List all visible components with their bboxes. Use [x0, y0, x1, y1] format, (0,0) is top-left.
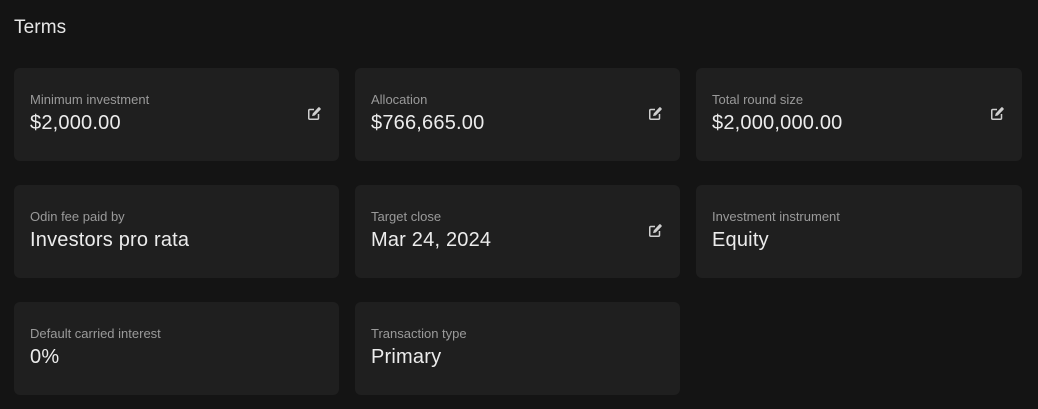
term-label: Total round size [712, 92, 804, 107]
term-card-minimum-investment: Minimum investment $2,000.00 [14, 68, 339, 161]
term-value: Equity [712, 229, 769, 251]
term-card-odin-fee-paid-by: Odin fee paid by Investors pro rata [14, 185, 339, 278]
term-label: Odin fee paid by [30, 209, 125, 224]
term-label: Default carried interest [30, 326, 161, 341]
terms-grid: Minimum investment $2,000.00 Allocation … [14, 68, 1022, 395]
section-title: Terms [14, 17, 67, 38]
term-value: Investors pro rata [30, 229, 190, 251]
term-card-default-carried-interest: Default carried interest 0% [14, 302, 339, 395]
term-card-allocation: Allocation $766,665.00 [355, 68, 680, 161]
edit-icon [308, 107, 321, 120]
term-label: Transaction type [371, 326, 467, 341]
term-label: Investment instrument [712, 209, 840, 224]
term-value: Primary [371, 346, 442, 368]
term-value: Mar 24, 2024 [371, 229, 492, 251]
term-label: Minimum investment [30, 92, 150, 107]
edit-allocation-button[interactable] [645, 104, 665, 124]
edit-total-round-size-button[interactable] [987, 104, 1007, 124]
edit-icon [649, 107, 662, 120]
edit-target-close-button[interactable] [645, 221, 665, 241]
edit-minimum-investment-button[interactable] [304, 104, 324, 124]
term-label: Target close [371, 209, 442, 224]
term-label: Allocation [371, 92, 428, 107]
term-card-investment-instrument: Investment instrument Equity [696, 185, 1022, 278]
term-value: $2,000.00 [30, 112, 121, 134]
term-card-transaction-type: Transaction type Primary [355, 302, 680, 395]
term-value: $766,665.00 [371, 112, 485, 134]
term-card-target-close: Target close Mar 24, 2024 [355, 185, 680, 278]
edit-icon [991, 107, 1004, 120]
term-value: 0% [30, 346, 60, 368]
edit-icon [649, 224, 662, 237]
term-card-total-round-size: Total round size $2,000,000.00 [696, 68, 1022, 161]
term-value: $2,000,000.00 [712, 112, 843, 134]
